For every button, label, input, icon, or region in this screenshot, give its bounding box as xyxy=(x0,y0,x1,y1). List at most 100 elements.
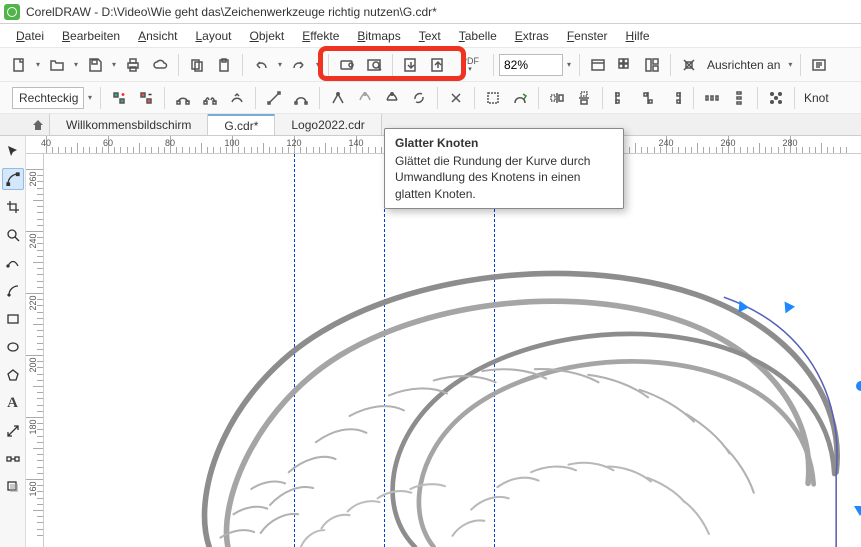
break-node-button[interactable] xyxy=(197,85,223,111)
home-tab[interactable] xyxy=(26,114,50,135)
menu-objekt[interactable]: Objekt xyxy=(242,26,293,46)
grid-button[interactable] xyxy=(612,52,638,78)
cloud-button[interactable] xyxy=(147,52,173,78)
open-button[interactable] xyxy=(44,52,70,78)
redo-button[interactable] xyxy=(286,52,312,78)
menu-ansicht[interactable]: Ansicht xyxy=(130,26,185,46)
distribute-nodes-v-button[interactable] xyxy=(726,85,752,111)
separator xyxy=(757,87,758,109)
shape-tool[interactable] xyxy=(2,168,24,190)
dropdown-icon[interactable]: ▾ xyxy=(275,60,285,69)
to-line-button[interactable] xyxy=(261,85,287,111)
separator xyxy=(800,54,801,76)
export-button[interactable] xyxy=(425,52,451,78)
menu-effekte[interactable]: Effekte xyxy=(294,26,347,46)
menu-extras[interactable]: Extras xyxy=(507,26,557,46)
dropdown-icon[interactable]: ▾ xyxy=(85,93,95,102)
search-button[interactable] xyxy=(361,52,387,78)
options-button[interactable] xyxy=(806,52,832,78)
artistic-media-tool[interactable] xyxy=(2,280,24,302)
window-title: CorelDRAW - D:\Video\Wie geht das\Zeiche… xyxy=(26,5,437,19)
import-button[interactable] xyxy=(398,52,424,78)
ruler-tick-label: 80 xyxy=(165,138,175,148)
ellipse-tool[interactable] xyxy=(2,336,24,358)
parallel-dimension-tool[interactable] xyxy=(2,420,24,442)
select-all-nodes-button[interactable] xyxy=(507,85,533,111)
separator xyxy=(100,87,101,109)
node-type-label: Knot xyxy=(804,91,829,105)
dropdown-icon[interactable]: ▾ xyxy=(109,60,119,69)
document-tab[interactable]: Logo2022.cdr xyxy=(275,114,381,135)
text-tool[interactable]: A xyxy=(2,392,24,414)
dropdown-icon[interactable]: ▾ xyxy=(564,60,574,69)
ruler-vertical[interactable]: 260240220200180160 xyxy=(26,154,44,547)
freehand-tool[interactable] xyxy=(2,252,24,274)
zoom-level-input[interactable] xyxy=(499,54,563,76)
publish-pdf-button[interactable]: PDF▾ xyxy=(452,52,488,78)
connector-tool[interactable] xyxy=(2,448,24,470)
print-button[interactable] xyxy=(120,52,146,78)
node-handle[interactable] xyxy=(738,301,749,314)
separator xyxy=(693,87,694,109)
shape-mode-select[interactable]: Rechteckig xyxy=(12,87,84,109)
dropdown-icon[interactable]: ▾ xyxy=(33,60,43,69)
document-tab[interactable]: G.cdr* xyxy=(208,114,275,135)
distribute-nodes-h-button[interactable] xyxy=(699,85,725,111)
rectangle-tool[interactable] xyxy=(2,308,24,330)
align-nodes-right-button[interactable] xyxy=(662,85,688,111)
reverse-direction-button[interactable] xyxy=(406,85,432,111)
join-nodes-button[interactable] xyxy=(170,85,196,111)
reflect-nodes-h-button[interactable] xyxy=(544,85,570,111)
paste-button[interactable] xyxy=(211,52,237,78)
menu-bearbeiten[interactable]: Bearbeiten xyxy=(54,26,128,46)
node-handle[interactable] xyxy=(854,506,861,516)
align-nodes-center-button[interactable] xyxy=(635,85,661,111)
artistic-media-button[interactable] xyxy=(334,52,360,78)
separator xyxy=(602,87,603,109)
smooth-node-button[interactable] xyxy=(352,85,378,111)
undo-button[interactable] xyxy=(248,52,274,78)
document-tab[interactable]: Willkommensbildschirm xyxy=(50,114,208,135)
polygon-tool[interactable] xyxy=(2,364,24,386)
align-nodes-left-button[interactable] xyxy=(608,85,634,111)
menu-hilfe[interactable]: Hilfe xyxy=(618,26,658,46)
menu-tabelle[interactable]: Tabelle xyxy=(451,26,505,46)
cusp-node-button[interactable] xyxy=(325,85,351,111)
menu-text[interactable]: Text xyxy=(411,26,449,46)
symmetric-node-button[interactable] xyxy=(379,85,405,111)
menu-fenster[interactable]: Fenster xyxy=(559,26,616,46)
node-count-button[interactable] xyxy=(763,85,789,111)
delete-node-button[interactable] xyxy=(133,85,159,111)
drop-shadow-tool[interactable] xyxy=(2,476,24,498)
property-bar: Rechteckig ▾ Knot xyxy=(0,82,861,114)
menu-datei[interactable]: Datei xyxy=(8,26,52,46)
crop-tool[interactable] xyxy=(2,196,24,218)
reflect-nodes-v-button[interactable] xyxy=(571,85,597,111)
dropdown-icon[interactable]: ▾ xyxy=(71,60,81,69)
copy-button[interactable] xyxy=(184,52,210,78)
separator xyxy=(670,54,671,76)
drawing-canvas[interactable] xyxy=(44,154,861,547)
extend-curve-button[interactable] xyxy=(224,85,250,111)
dropdown-icon[interactable]: ▾ xyxy=(313,60,323,69)
elastic-mode-button[interactable] xyxy=(480,85,506,111)
tooltip: Glatter Knoten Glättet die Rundung der K… xyxy=(384,128,624,209)
node-handle[interactable] xyxy=(784,301,795,314)
snap-button[interactable] xyxy=(676,52,702,78)
fullscreen-button[interactable] xyxy=(585,52,611,78)
ruler-tick-label: 220 xyxy=(28,295,38,310)
add-node-button[interactable] xyxy=(106,85,132,111)
pick-tool[interactable] xyxy=(2,140,24,162)
menu-layout[interactable]: Layout xyxy=(187,26,239,46)
to-curve-button[interactable] xyxy=(288,85,314,111)
zoom-tool[interactable] xyxy=(2,224,24,246)
new-document-button[interactable] xyxy=(6,52,32,78)
selected-node[interactable] xyxy=(856,381,861,391)
standard-toolbar: ▾ ▾ ▾ ▾ ▾ PDF▾ ▾ Ausrichten an ▾ xyxy=(0,48,861,82)
separator xyxy=(474,87,475,109)
dockers-button[interactable] xyxy=(639,52,665,78)
menu-bitmaps[interactable]: Bitmaps xyxy=(349,26,408,46)
dropdown-icon[interactable]: ▾ xyxy=(785,60,795,69)
save-button[interactable] xyxy=(82,52,108,78)
extract-subpath-button[interactable] xyxy=(443,85,469,111)
